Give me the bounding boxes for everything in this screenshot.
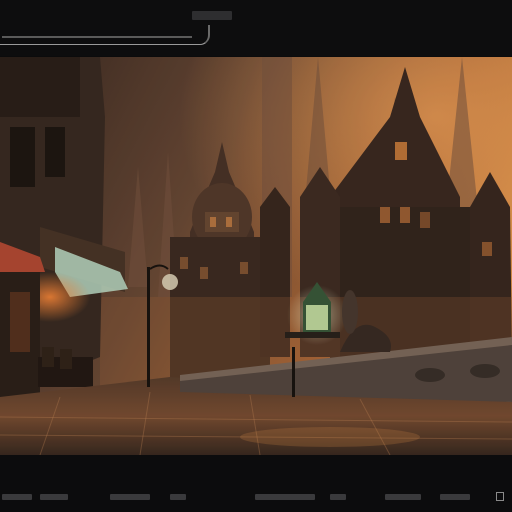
control-slot-6[interactable]	[330, 494, 346, 500]
control-slot-2[interactable]	[40, 494, 68, 500]
toolbar-chip[interactable]	[192, 11, 232, 20]
control-slot-3[interactable]	[110, 494, 150, 500]
city-scene	[0, 57, 512, 455]
prompt-field-underline	[2, 36, 192, 38]
control-slot-1[interactable]	[2, 494, 32, 500]
prompt-field[interactable]	[0, 25, 210, 45]
bottom-toolbar	[0, 455, 512, 512]
control-slot-7[interactable]	[385, 494, 421, 500]
bottom-controls	[0, 493, 512, 503]
control-slot-4[interactable]	[170, 494, 186, 500]
control-slot-8[interactable]	[440, 494, 470, 500]
app-window	[0, 0, 512, 512]
control-slot-5[interactable]	[255, 494, 315, 500]
generated-image	[0, 57, 512, 455]
top-toolbar	[0, 0, 512, 56]
expand-icon[interactable]	[496, 492, 504, 501]
